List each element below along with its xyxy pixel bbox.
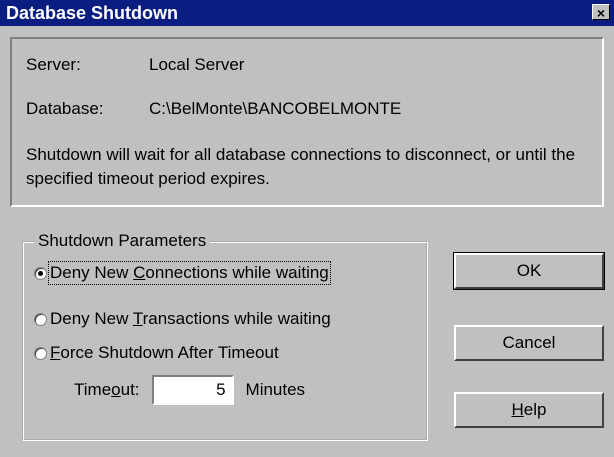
radio-button-icon[interactable] (34, 312, 47, 326)
radio-label-deny-transactions: Deny New Transactions while waiting (50, 309, 331, 328)
server-value: Local Server (149, 55, 245, 74)
help-button[interactable]: Help (454, 392, 604, 428)
radio-button-icon[interactable] (34, 266, 47, 280)
minutes-label: Minutes (245, 380, 306, 399)
timeout-label: Timeout: (74, 380, 140, 399)
timeout-row: Timeout: 5 Minutes (74, 375, 305, 405)
title-bar: Database Shutdown × (0, 0, 614, 26)
radio-deny-transactions[interactable]: Deny New Transactions while waiting (34, 309, 331, 329)
ok-button[interactable]: OK (453, 252, 605, 290)
server-label: Server: (26, 55, 81, 74)
cancel-button[interactable]: Cancel (454, 325, 604, 361)
window-title: Database Shutdown (6, 3, 179, 23)
radio-force-shutdown[interactable]: Force Shutdown After Timeout (34, 343, 279, 363)
shutdown-parameters-group: Shutdown Parameters Deny New Connections… (22, 231, 428, 441)
timeout-input[interactable]: 5 (151, 375, 234, 405)
radio-label-deny-connections: Deny New Connections while waiting (48, 261, 331, 285)
radio-label-force-shutdown: Force Shutdown After Timeout (50, 343, 279, 362)
info-panel: Server: Local Server Database: C:\BelMon… (10, 37, 604, 207)
radio-deny-connections[interactable]: Deny New Connections while waiting (34, 261, 331, 285)
shutdown-message: Shutdown will wait for all database conn… (26, 145, 576, 188)
close-button[interactable]: × (592, 4, 610, 21)
database-value: C:\BelMonte\BANCOBELMONTE (149, 99, 402, 118)
database-label: Database: (26, 99, 104, 118)
group-legend: Shutdown Parameters (34, 231, 211, 251)
radio-button-icon[interactable] (34, 346, 47, 360)
